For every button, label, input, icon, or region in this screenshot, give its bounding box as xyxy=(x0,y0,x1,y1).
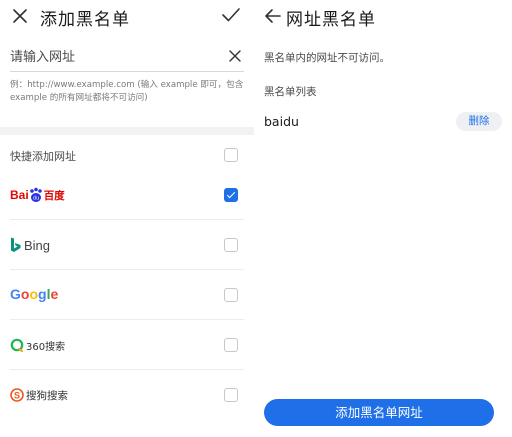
bing-checkbox[interactable] xyxy=(224,238,238,252)
clear-input-icon[interactable] xyxy=(228,49,242,63)
delete-button[interactable]: 删除 xyxy=(456,112,502,131)
svg-text:du: du xyxy=(33,196,39,202)
add-blacklist-header: 添加黑名单 xyxy=(0,0,254,34)
baidu-checkbox[interactable] xyxy=(224,188,238,202)
section-divider xyxy=(0,127,254,135)
back-arrow-icon[interactable] xyxy=(264,8,282,24)
page-title: 添加黑名单 xyxy=(40,10,130,30)
360-checkbox[interactable] xyxy=(224,338,238,352)
bing-b-icon xyxy=(11,237,21,252)
360-ring-icon xyxy=(10,338,24,352)
google-wordmark: Google xyxy=(10,286,58,302)
sogou-checkbox[interactable] xyxy=(224,388,238,402)
bing-logo: Bing xyxy=(10,233,50,257)
url-input[interactable] xyxy=(10,46,210,68)
bing-logo-label: Bing xyxy=(24,237,51,253)
close-icon[interactable] xyxy=(11,7,29,25)
quick-add-checkbox[interactable] xyxy=(224,148,238,162)
sogou-s-icon: S xyxy=(10,388,24,402)
svg-text:S: S xyxy=(14,390,20,400)
svg-text:Google: Google xyxy=(10,286,58,302)
google-checkbox[interactable] xyxy=(224,288,238,302)
360-logo: 360搜索 xyxy=(10,333,65,357)
blacklist-item-name: baidu xyxy=(264,114,299,129)
blacklist-item: baidu 删除 xyxy=(264,111,502,133)
360-logo-label: 360搜索 xyxy=(26,341,66,353)
engine-row-sogou[interactable]: S 搜狗搜索 xyxy=(10,370,244,420)
url-blacklist-header: 网址黑名单 xyxy=(254,0,512,34)
engine-row-360[interactable]: 360搜索 xyxy=(10,320,244,370)
input-hint: 例：http://www.example.com (输入 example 即可，… xyxy=(10,80,244,103)
baidu-paw-icon: du xyxy=(29,187,42,202)
sogou-logo: S 搜狗搜索 xyxy=(10,383,68,407)
engine-row-baidu[interactable]: Bai du 百度 xyxy=(10,170,244,220)
google-logo: Google xyxy=(10,283,62,307)
baidu-logo: Bai du 百度 xyxy=(10,187,65,202)
sogou-logo-label: 搜狗搜索 xyxy=(26,389,68,402)
engine-row-bing[interactable]: Bing xyxy=(10,220,244,270)
confirm-check-icon[interactable] xyxy=(221,6,241,24)
url-input-field xyxy=(10,44,244,72)
blacklist-description: 黑名单内的网址不可访问。 xyxy=(264,52,390,64)
add-blacklist-url-button[interactable]: 添加黑名单网址 xyxy=(264,399,494,426)
add-blacklist-panel: 添加黑名单 例：http://www.example.com (输入 examp… xyxy=(0,0,254,437)
baidu-logo-label: 百度 xyxy=(43,189,65,202)
quick-add-row: 快捷添加网址 xyxy=(10,140,244,170)
quick-add-label: 快捷添加网址 xyxy=(10,150,76,163)
blacklist-list-header: 黑名单列表 xyxy=(264,86,317,98)
engine-row-google[interactable]: Google xyxy=(10,270,244,320)
page-title-blacklist: 网址黑名单 xyxy=(286,10,376,30)
url-blacklist-panel: 网址黑名单 黑名单内的网址不可访问。 黑名单列表 baidu 删除 添加黑名单网… xyxy=(254,0,512,437)
